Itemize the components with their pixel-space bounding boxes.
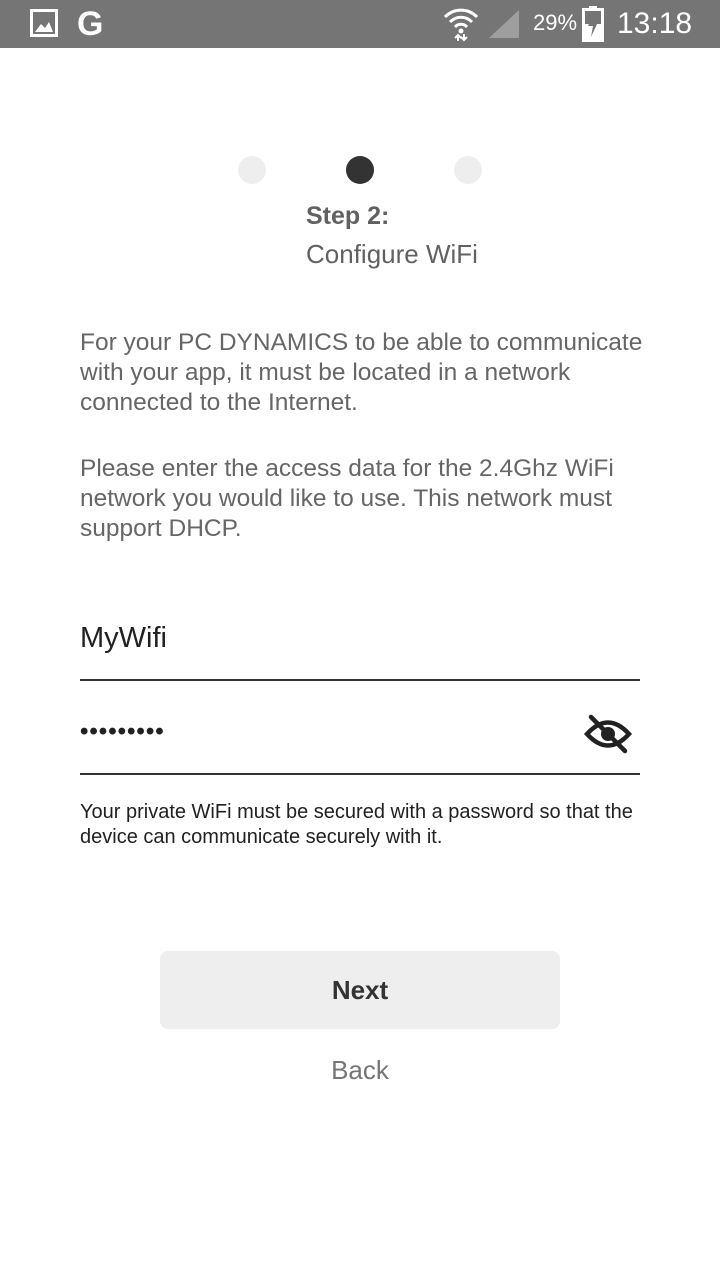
ssid-underline <box>80 679 640 681</box>
step-title: Step 2: <box>306 202 390 230</box>
status-bar: G 29% 13:18 <box>0 0 720 48</box>
battery-charging-icon <box>582 6 604 42</box>
intro-paragraph-2: Please enter the access data for the 2.4… <box>80 455 614 542</box>
ssid-value[interactable]: MyWifi <box>80 620 167 656</box>
gallery-icon <box>30 9 58 37</box>
password-underline <box>80 773 640 775</box>
step-subtitle: Configure WiFi <box>306 239 478 269</box>
eye-off-icon[interactable] <box>584 714 632 754</box>
battery-percent: 29% <box>533 10 578 35</box>
google-icon: G <box>77 5 104 43</box>
step-dot-1 <box>238 156 266 184</box>
next-button[interactable]: Next <box>160 951 560 1029</box>
intro-paragraph-1: For your PC DYNAMICS to be able to commu… <box>80 329 643 416</box>
back-button[interactable]: Back <box>260 1050 460 1090</box>
password-value[interactable]: ••••••••• <box>80 716 165 748</box>
step-dot-3 <box>454 156 482 184</box>
step-dot-2 <box>346 156 374 184</box>
password-hint: Your private WiFi must be secured with a… <box>80 801 633 848</box>
wifi-icon <box>443 8 479 42</box>
cell-signal-icon <box>489 10 519 38</box>
clock: 13:18 <box>617 7 693 40</box>
